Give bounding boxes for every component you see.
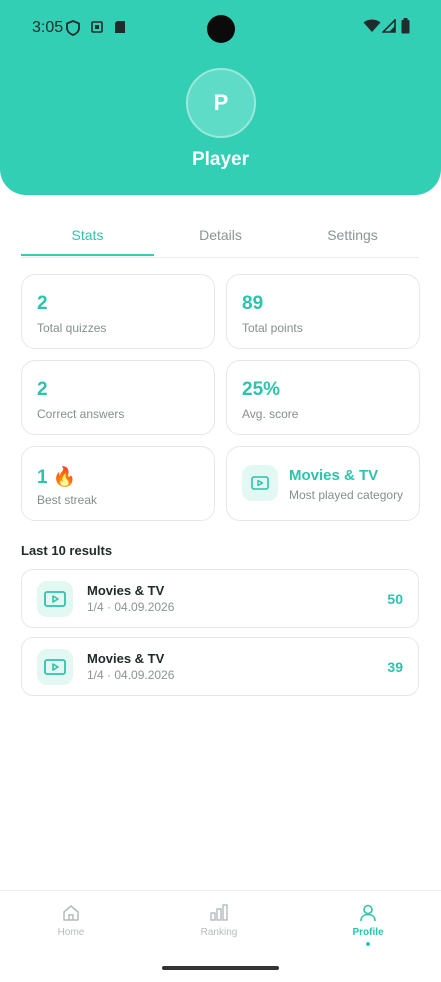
home-icon bbox=[63, 905, 79, 921]
result-score: 50 bbox=[387, 591, 403, 607]
result-meta: 1/4 · 04.09.2026 bbox=[87, 668, 175, 682]
stat-card-total-quizzes: 2 Total quizzes bbox=[21, 274, 215, 349]
stat-value: 25% bbox=[242, 379, 281, 400]
tab-details[interactable]: Details bbox=[154, 222, 287, 255]
stat-card-best-streak: 1 🔥 Best streak bbox=[21, 446, 215, 521]
result-item[interactable]: Movies & TV 1/4 · 04.09.2026 39 bbox=[21, 637, 419, 696]
nav-label: Profile bbox=[352, 927, 384, 938]
front-camera bbox=[207, 15, 235, 43]
stat-card-avg-score: 25% Avg. score bbox=[226, 360, 420, 435]
profile-header: 3:05 P Player bbox=[0, 0, 441, 195]
tab-stats[interactable]: Stats bbox=[21, 222, 154, 256]
stat-value: 1 🔥 bbox=[37, 467, 77, 488]
stat-value: 2 bbox=[37, 379, 48, 400]
tab-label: Details bbox=[199, 227, 242, 243]
signal-icon bbox=[381, 18, 396, 38]
stat-label: Correct answers bbox=[37, 407, 125, 421]
stat-label: Best streak bbox=[37, 493, 98, 507]
result-meta: 1/4 · 04.09.2026 bbox=[87, 600, 175, 614]
app-notification-icon bbox=[91, 20, 103, 39]
stat-card-category: Movies & TV Most played category bbox=[226, 446, 420, 521]
stat-label: Total quizzes bbox=[37, 321, 107, 335]
result-category: Movies & TV bbox=[87, 651, 165, 666]
result-item[interactable]: Movies & TV 1/4 · 04.09.2026 50 bbox=[21, 569, 419, 628]
home-indicator[interactable] bbox=[162, 966, 279, 970]
tv-icon bbox=[242, 465, 278, 501]
result-score: 39 bbox=[387, 659, 403, 675]
nav-profile[interactable]: Profile bbox=[318, 903, 418, 946]
status-bar: 3:05 bbox=[0, 0, 441, 56]
battery-icon bbox=[401, 18, 410, 39]
active-tab-indicator bbox=[21, 254, 154, 256]
wifi-icon bbox=[363, 19, 381, 38]
nav-label: Ranking bbox=[200, 927, 238, 938]
bar-chart-icon bbox=[210, 904, 228, 921]
sd-card-icon bbox=[114, 20, 126, 39]
tv-icon bbox=[37, 649, 73, 685]
player-name: Player bbox=[191, 149, 250, 170]
stat-card-correct-answers: 2 Correct answers bbox=[21, 360, 215, 435]
nav-home[interactable]: Home bbox=[21, 903, 121, 938]
nav-label: Home bbox=[57, 927, 85, 938]
shield-icon bbox=[66, 20, 80, 41]
tab-label: Stats bbox=[71, 227, 104, 243]
results-section-title: Last 10 results bbox=[21, 543, 113, 558]
profile-tabs: Stats Details Settings bbox=[21, 222, 419, 258]
user-icon bbox=[360, 904, 376, 922]
stat-card-total-points: 89 Total points bbox=[226, 274, 420, 349]
stat-label: Avg. score bbox=[242, 407, 299, 421]
result-category: Movies & TV bbox=[87, 583, 165, 598]
tab-label: Settings bbox=[327, 227, 378, 243]
tv-icon bbox=[37, 581, 73, 617]
avatar[interactable]: P bbox=[186, 68, 256, 138]
tab-settings[interactable]: Settings bbox=[286, 222, 419, 255]
stat-value: 2 bbox=[37, 293, 48, 314]
nav-ranking[interactable]: Ranking bbox=[169, 903, 269, 938]
status-time: 3:05 bbox=[32, 19, 64, 36]
stat-label: Total points bbox=[242, 321, 303, 335]
category-value: Movies & TV bbox=[289, 467, 379, 484]
active-nav-indicator bbox=[366, 942, 370, 946]
stat-value: 89 bbox=[242, 293, 264, 314]
category-label: Most played category bbox=[289, 488, 404, 502]
